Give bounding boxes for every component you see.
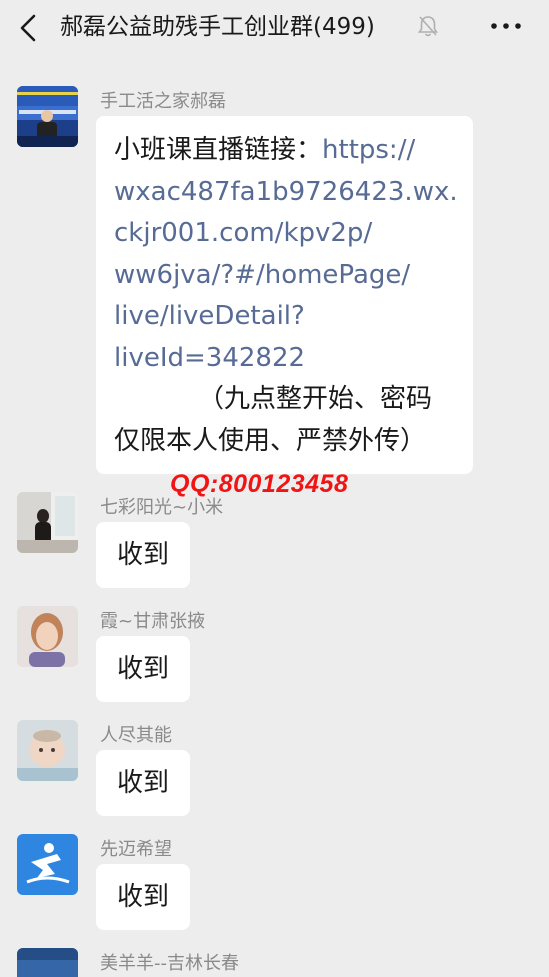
avatar[interactable]	[17, 606, 78, 667]
message-bubble[interactable]: 收到	[96, 750, 190, 816]
message-link[interactable]: live/liveDetail?	[114, 296, 473, 338]
message-bubble[interactable]: 收到	[96, 636, 190, 702]
chat-header: 郝磊公益助残手工创业群(499)	[0, 0, 549, 58]
message-link[interactable]: ww6jva/?#/homePage/	[114, 255, 473, 297]
sender-name: 先迈希望	[100, 839, 172, 860]
message-link[interactable]: wxac487fa1b9726423.wx.	[114, 172, 473, 214]
avatar-photo-woman-window	[17, 492, 78, 553]
avatar-photo-speaker	[17, 86, 78, 147]
sender-name: 霞~甘肃张掖	[100, 611, 206, 632]
message-text: 仅限本人使用、严禁外传）	[114, 425, 427, 456]
bell-muted-icon	[417, 14, 439, 38]
chat-title: 郝磊公益助残手工创业群(499)	[60, 14, 375, 40]
chat-screen: 郝磊公益助残手工创业群(499) 手工活之家郝磊 小班课直播链接：https:/…	[0, 0, 549, 977]
avatar[interactable]	[17, 948, 78, 977]
message-link[interactable]: https://	[322, 135, 415, 165]
avatar[interactable]	[17, 86, 78, 147]
message-text: （九点整开始、密码	[198, 384, 433, 414]
avatar-photo-woman-portrait	[17, 606, 78, 667]
message-bubble[interactable]: 小班课直播链接：https:// wxac487fa1b9726423.wx. …	[96, 116, 473, 474]
back-button[interactable]	[10, 8, 50, 48]
message-bubble[interactable]: 收到	[96, 522, 190, 588]
more-options-button[interactable]	[486, 10, 526, 42]
watermark-text: QQ:800123458	[170, 470, 349, 498]
message-link[interactable]: ckjr001.com/kpv2p/	[114, 213, 473, 255]
message-bubble[interactable]: 收到	[96, 864, 190, 930]
more-horizontal-icon	[491, 23, 521, 29]
sender-name: 人尽其能	[100, 725, 172, 746]
avatar[interactable]	[17, 834, 78, 895]
message-text: 小班课直播链接：	[114, 135, 323, 165]
avatar[interactable]	[17, 720, 78, 781]
avatar-photo-blue	[17, 948, 78, 977]
avatar[interactable]	[17, 492, 78, 553]
message-line: 小班课直播链接：https://	[114, 130, 473, 172]
message-link[interactable]: liveId=342822	[114, 338, 473, 380]
avatar-photo-baby	[17, 720, 78, 781]
avatar-logo-blue-runner	[17, 834, 78, 895]
sender-name: 手工活之家郝磊	[100, 91, 226, 112]
chevron-left-icon	[20, 14, 36, 42]
sender-name: 美羊羊--吉林长春	[100, 953, 239, 974]
sender-name: 七彩阳光~小米	[100, 497, 224, 518]
